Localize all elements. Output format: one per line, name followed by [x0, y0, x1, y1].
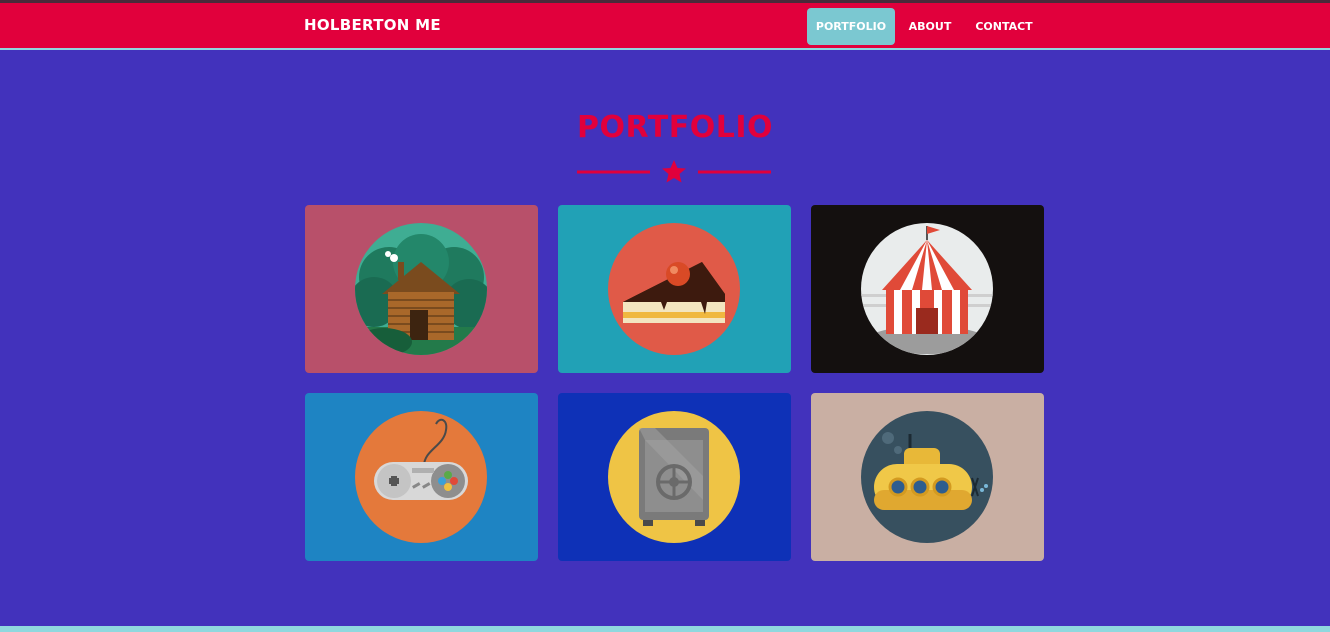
brand-logo[interactable]: HOLBERTON ME — [304, 16, 441, 34]
portfolio-title: PORTFOLIO — [577, 110, 773, 145]
portfolio-item-cabin[interactable] — [305, 205, 538, 373]
portfolio-item-cake[interactable] — [558, 205, 791, 373]
portfolio-item-circus[interactable] — [811, 205, 1044, 373]
nav-link-contact[interactable]: CONTACT — [968, 8, 1040, 45]
navbar: HOLBERTON ME PORTFOLIO ABOUT CONTACT — [0, 3, 1330, 50]
submarine-icon — [861, 411, 993, 543]
nav-link-portfolio[interactable]: PORTFOLIO — [807, 8, 895, 45]
portfolio-item-submarine[interactable] — [811, 393, 1044, 561]
star-icon — [662, 160, 686, 183]
portfolio-item-controller[interactable] — [305, 393, 538, 561]
bottom-strip — [0, 626, 1330, 632]
nav-link-about[interactable]: ABOUT — [902, 8, 958, 45]
portfolio-item-safe[interactable] — [558, 393, 791, 561]
safe-icon — [608, 411, 740, 543]
circus-tent-icon — [861, 223, 993, 355]
title-divider — [577, 160, 771, 183]
game-controller-icon — [355, 411, 487, 543]
cake-icon — [608, 223, 740, 355]
cabin-icon — [355, 223, 487, 355]
